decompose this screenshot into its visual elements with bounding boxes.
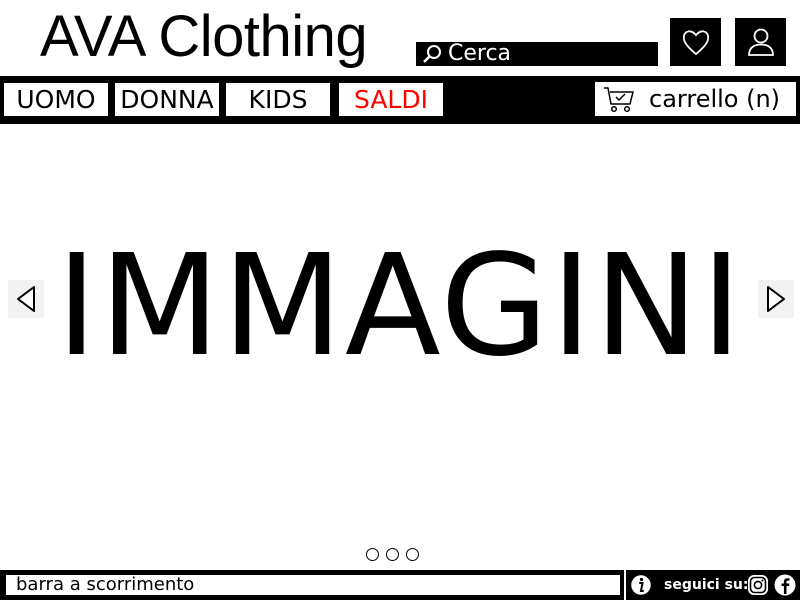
nav-item-label: KIDS xyxy=(248,85,308,114)
user-icon xyxy=(747,28,774,56)
nav-item-saldi[interactable]: SALDI xyxy=(339,83,443,116)
search-bar[interactable]: Cerca xyxy=(416,42,658,66)
nav-item-label: SALDI xyxy=(354,85,428,114)
nav-item-donna[interactable]: DONNA xyxy=(115,83,219,116)
cart-button[interactable]: carrello (n) xyxy=(595,82,796,116)
instagram-icon[interactable] xyxy=(747,574,769,596)
nav-item-label: UOMO xyxy=(16,85,96,114)
nav-item-uomo[interactable]: UOMO xyxy=(4,83,108,116)
triangle-left-icon xyxy=(17,286,35,312)
nav-item-label: DONNA xyxy=(120,85,214,114)
scroll-bar[interactable]: barra a scorrimento xyxy=(6,575,620,595)
favorites-button[interactable] xyxy=(670,18,721,66)
carousel-indicators xyxy=(366,548,419,561)
hero-image-placeholder: IMMAGINI xyxy=(56,225,744,388)
footer-bar: barra a scorrimento seguici su: xyxy=(0,570,800,600)
cart-label: carrello (n) xyxy=(649,85,781,113)
footer-divider xyxy=(624,570,626,600)
brand-logo[interactable]: AVA Clothing xyxy=(40,2,368,72)
carousel-dot[interactable] xyxy=(406,548,419,561)
carousel-dot[interactable] xyxy=(386,548,399,561)
carousel-next-button[interactable] xyxy=(758,280,794,318)
triangle-right-icon xyxy=(767,286,785,312)
search-label: Cerca xyxy=(448,41,512,66)
nav-item-kids[interactable]: KIDS xyxy=(226,83,330,116)
follow-label: seguici su: xyxy=(664,577,749,593)
carousel-prev-button[interactable] xyxy=(8,280,44,318)
search-icon xyxy=(423,45,441,63)
facebook-icon[interactable] xyxy=(774,573,796,597)
heart-icon xyxy=(682,30,709,56)
carousel-dot[interactable] xyxy=(366,548,379,561)
account-button[interactable] xyxy=(735,18,786,66)
info-icon[interactable] xyxy=(628,573,654,597)
cart-icon xyxy=(604,87,634,113)
main-navigation: UOMO DONNA KIDS SALDI carrello (n) xyxy=(0,76,800,124)
